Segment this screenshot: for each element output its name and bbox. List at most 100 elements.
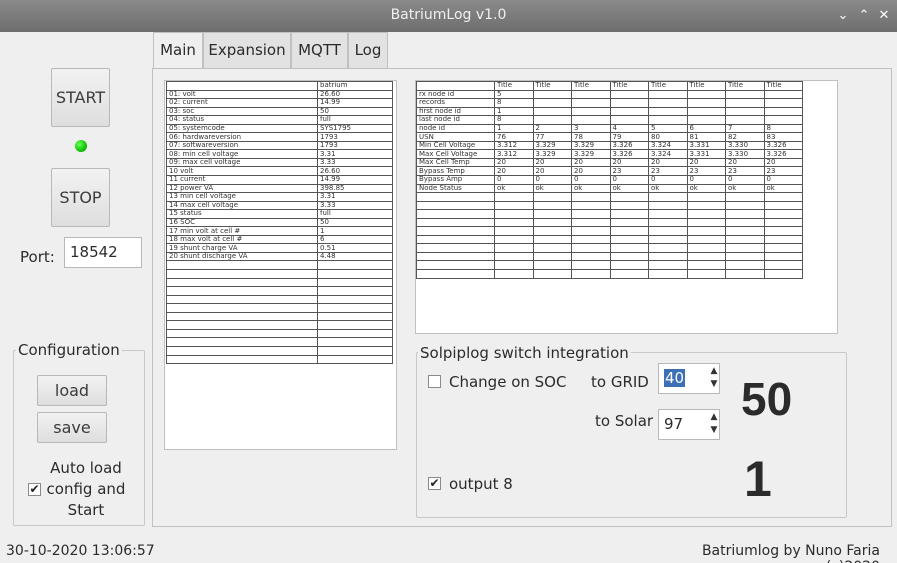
table-cell[interactable]: 8 — [763, 123, 803, 134]
table-cell[interactable] — [571, 192, 611, 202]
table-cell[interactable] — [317, 320, 393, 330]
table-cell[interactable] — [494, 269, 534, 279]
table-cell[interactable] — [686, 200, 726, 211]
table-header-cell[interactable]: Title — [725, 81, 765, 91]
table-cell[interactable] — [686, 243, 726, 253]
table-cell[interactable]: 4 — [609, 123, 649, 134]
table-cell[interactable]: Node Status — [416, 183, 495, 194]
close-icon[interactable]: ✕ — [876, 7, 892, 25]
table-cell[interactable]: 18 max volt at cell # — [166, 234, 318, 245]
table-cell[interactable] — [763, 243, 803, 253]
table-cell[interactable] — [166, 286, 318, 296]
table-cell[interactable] — [532, 98, 572, 108]
table-cell[interactable] — [763, 98, 803, 108]
table-cell[interactable]: 7 — [725, 123, 765, 134]
table-cell[interactable]: Min Cell Voltage — [416, 140, 495, 151]
table-cell[interactable] — [686, 106, 726, 117]
table-cell[interactable] — [532, 200, 572, 211]
table-cell[interactable]: 5 — [648, 123, 688, 134]
table-cell[interactable]: ok — [571, 183, 611, 194]
table-cell[interactable]: records — [416, 98, 495, 108]
table-cell[interactable] — [648, 251, 688, 262]
table-cell[interactable] — [763, 269, 803, 279]
table-cell[interactable]: 02: current — [166, 98, 318, 108]
table-cell[interactable]: 50 — [317, 106, 393, 117]
table-cell[interactable]: 13 min cell voltage — [166, 192, 318, 202]
table-cell[interactable]: 6 — [317, 234, 393, 245]
table-cell[interactable] — [571, 226, 611, 236]
table-cell[interactable] — [686, 251, 726, 262]
table-cell[interactable]: 3.329 — [571, 140, 611, 151]
table-cell[interactable]: ok — [763, 183, 803, 194]
table-cell[interactable] — [648, 234, 688, 245]
table-cell[interactable] — [317, 269, 393, 279]
table-cell[interactable]: 0 — [494, 175, 534, 185]
table-cell[interactable]: last node id — [416, 115, 495, 125]
table-header-cell[interactable]: Title — [532, 81, 572, 91]
table-cell[interactable] — [317, 277, 393, 288]
table-cell[interactable] — [763, 209, 803, 219]
table-cell[interactable]: 3.331 — [686, 140, 726, 151]
table-cell[interactable]: 5 — [494, 89, 534, 100]
table-cell[interactable] — [532, 209, 572, 219]
table-cell[interactable] — [532, 269, 572, 279]
table-cell[interactable] — [571, 115, 611, 125]
table-cell[interactable]: 26.60 — [317, 89, 393, 100]
table-cell[interactable]: 1793 — [317, 132, 393, 142]
table-cell[interactable]: 83 — [763, 132, 803, 142]
table-cell[interactable] — [763, 200, 803, 211]
table-cell[interactable]: 2 — [532, 123, 572, 134]
table-cell[interactable] — [725, 209, 765, 219]
table-cell[interactable]: 0 — [571, 175, 611, 185]
table-cell[interactable] — [532, 106, 572, 117]
table-cell[interactable] — [317, 303, 393, 313]
table-cell[interactable]: 11 current — [166, 175, 318, 185]
table-cell[interactable]: 20 — [571, 157, 611, 168]
start-button[interactable]: START — [51, 68, 110, 127]
table-cell[interactable] — [763, 89, 803, 100]
table-cell[interactable]: 76 — [494, 132, 534, 142]
table-cell[interactable]: 3.326 — [763, 140, 803, 151]
table-cell[interactable] — [686, 260, 726, 271]
table-cell[interactable] — [317, 260, 393, 271]
table-cell[interactable]: full — [317, 209, 393, 219]
table-cell[interactable]: 15 status — [166, 209, 318, 219]
table-cell[interactable]: 3.331 — [686, 149, 726, 159]
table-cell[interactable] — [725, 234, 765, 245]
table-header-cell[interactable]: batrium — [317, 81, 393, 91]
table-cell[interactable] — [648, 200, 688, 211]
table-cell[interactable] — [609, 115, 649, 125]
table-cell[interactable]: 20 — [686, 157, 726, 168]
table-cell[interactable] — [609, 106, 649, 117]
table-cell[interactable]: 8 — [494, 115, 534, 125]
table-cell[interactable] — [166, 269, 318, 279]
table-cell[interactable] — [532, 217, 572, 228]
tab-log[interactable]: Log — [348, 32, 388, 68]
table-cell[interactable] — [532, 234, 572, 245]
table-cell[interactable] — [686, 226, 726, 236]
table-cell[interactable] — [317, 294, 393, 305]
table-header-cell[interactable]: Title — [763, 81, 803, 91]
table-cell[interactable]: first node id — [416, 106, 495, 117]
table-cell[interactable] — [416, 234, 495, 245]
table-cell[interactable]: Max Cell Temp — [416, 157, 495, 168]
autoload-checkbox[interactable]: ✔ — [28, 483, 41, 496]
table-cell[interactable]: 6 — [686, 123, 726, 134]
table-cell[interactable]: 79 — [609, 132, 649, 142]
table-cell[interactable] — [686, 234, 726, 245]
table-cell[interactable] — [609, 251, 649, 262]
table-cell[interactable] — [686, 209, 726, 219]
table-cell[interactable] — [763, 192, 803, 202]
table-cell[interactable] — [416, 243, 495, 253]
to-grid-up-icon[interactable]: ▲ — [708, 365, 720, 378]
table-cell[interactable] — [166, 320, 318, 330]
table-cell[interactable]: 3.31 — [317, 192, 393, 202]
tab-main[interactable]: Main — [153, 32, 203, 69]
table-cell[interactable]: 08: min cell voltage — [166, 149, 318, 159]
table-cell[interactable]: ok — [725, 183, 765, 194]
table-cell[interactable]: 3.33 — [317, 157, 393, 168]
table-cell[interactable]: 17 min volt at cell # — [166, 226, 318, 236]
table-cell[interactable]: 26.60 — [317, 166, 393, 176]
table-cell[interactable] — [571, 98, 611, 108]
table-cell[interactable] — [725, 243, 765, 253]
